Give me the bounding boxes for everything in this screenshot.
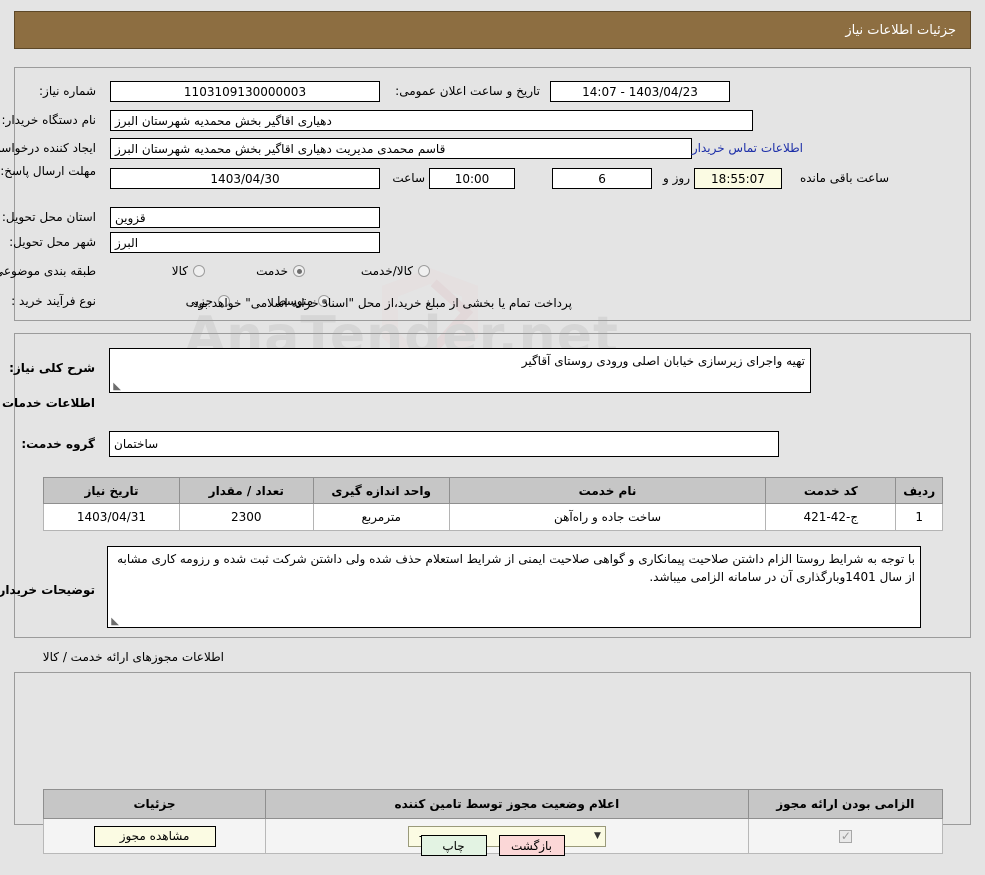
category-radio-khedmat[interactable] (293, 265, 305, 277)
general-description-text: تهیه واجرای زیرسازی خیابان اصلی ورودی رو… (521, 354, 805, 368)
services-col-unit: واحد اندازه گیری (312, 477, 450, 504)
permits-col-required: الزامی بودن ارائه مجوز (747, 789, 944, 819)
category-option-khedmat-label: خدمت (256, 264, 288, 278)
resize-grip-icon[interactable]: ◣ (112, 382, 121, 392)
deadline-hour: 10:00 (429, 168, 515, 189)
process-label: نوع فرآیند خرید : (11, 294, 96, 308)
province-label: استان محل تحویل: (1, 210, 96, 224)
category-radio-kala[interactable] (193, 265, 205, 277)
permits-col-status: اعلام وضعیت مجوز توسط تامین کننده (265, 789, 749, 819)
buyer-notes-text: با توجه به شرایط روستا الزام داشتن صلاحی… (117, 552, 915, 584)
need-info-panel (14, 67, 971, 321)
public-announce-label: تاریخ و ساعت اعلان عمومی: (395, 84, 540, 98)
public-announce-value: 1403/04/23 - 14:07 (550, 81, 730, 102)
service-group-value: ساختمان (109, 431, 779, 457)
remaining-days: 6 (552, 168, 652, 189)
buyer-notes-value[interactable]: با توجه به شرایط روستا الزام داشتن صلاحی… (107, 546, 921, 628)
print-button[interactable]: چاپ (420, 835, 487, 856)
requester-label: ایجاد کننده درخواست: (0, 141, 96, 155)
category-label: طبقه بندی موضوعی: (0, 264, 96, 278)
province-value: قزوین (110, 207, 380, 228)
back-button[interactable]: بازگشت (498, 835, 565, 856)
requester-value: قاسم محمدی مدیریت دهیاری اقاگیر بخش محمد… (110, 138, 692, 159)
service-group-label: گروه خدمت: (21, 437, 95, 451)
services-table-header-row: ردیف کد خدمت نام خدمت واحد اندازه گیری ت… (43, 477, 943, 504)
permits-table-header-row: الزامی بودن ارائه مجوز اعلام وضعیت مجوز … (42, 789, 944, 819)
table-row: 1 ج-42-421 ساخت جاده و راه‌آهن مترمربع 2… (43, 503, 943, 531)
buyer-notes-label: توضیحات خریدار: (0, 583, 95, 597)
remaining-days-label: روز و (663, 171, 690, 185)
services-table: ردیف کد خدمت نام خدمت واحد اندازه گیری ت… (43, 477, 943, 531)
deadline-date: 1403/04/30 (110, 168, 380, 189)
category-option-kala-khedmat[interactable]: کالا/خدمت (361, 264, 430, 278)
services-col-quantity: تعداد / مقدار (178, 477, 314, 504)
need-number-label: شماره نیاز: (39, 84, 96, 98)
category-option-kala[interactable]: کالا (172, 264, 205, 278)
services-col-row: ردیف (895, 477, 943, 504)
services-cell-unit: مترمربع (312, 503, 450, 531)
general-description-label: شرح کلی نیاز: (9, 361, 95, 375)
services-cell-code: ج-42-421 (765, 503, 897, 531)
services-cell-quantity: 2300 (178, 503, 314, 531)
need-number-value: 1103109130000003 (110, 81, 380, 102)
city-value: البرز (110, 232, 380, 253)
deadline-label: مهلت ارسال پاسخ: تا تاریخ: (0, 164, 96, 178)
category-option-kala-label: کالا (171, 264, 188, 278)
permits-section-title: اطلاعات مجوزهای ارائه خدمت / کالا (42, 650, 224, 664)
general-description-value[interactable]: تهیه واجرای زیرسازی خیابان اصلی ورودی رو… (109, 348, 811, 393)
services-cell-row: 1 (895, 503, 943, 531)
category-option-kala-khedmat-label: کالا/خدمت (360, 264, 413, 278)
payment-note: پرداخت تمام یا بخشی از مبلغ خرید،از محل … (189, 296, 572, 310)
footer-buttons: بازگشت چاپ (0, 835, 985, 856)
buyer-org-label: نام دستگاه خریدار: (1, 113, 97, 127)
services-cell-date: 1403/04/31 (43, 503, 180, 531)
services-col-code: کد خدمت (765, 477, 897, 504)
services-section-title: اطلاعات خدمات مورد نیاز (0, 396, 95, 410)
remaining-time: 18:55:07 (694, 168, 782, 189)
page-header: جزئیات اطلاعات نیاز (14, 11, 971, 49)
page-title: جزئیات اطلاعات نیاز (845, 22, 956, 38)
services-cell-name: ساخت جاده و راه‌آهن (448, 503, 767, 531)
services-col-name: نام خدمت (448, 477, 767, 504)
buyer-contact-link[interactable]: اطلاعات تماس خریدار (692, 141, 803, 155)
buyer-org-value: دهیاری اقاگیر بخش محمدیه شهرستان البرز (110, 110, 753, 131)
category-option-khedmat[interactable]: خدمت (256, 264, 305, 278)
services-col-date: تاریخ نیاز (43, 477, 180, 504)
resize-grip-icon[interactable]: ◣ (110, 617, 119, 627)
remaining-time-label: ساعت باقی مانده (799, 171, 889, 185)
permits-col-details: جزئیات (42, 789, 267, 819)
deadline-hour-label: ساعت (392, 171, 425, 185)
category-radio-kala-khedmat[interactable] (418, 265, 430, 277)
city-label: شهر محل تحویل: (9, 235, 96, 249)
